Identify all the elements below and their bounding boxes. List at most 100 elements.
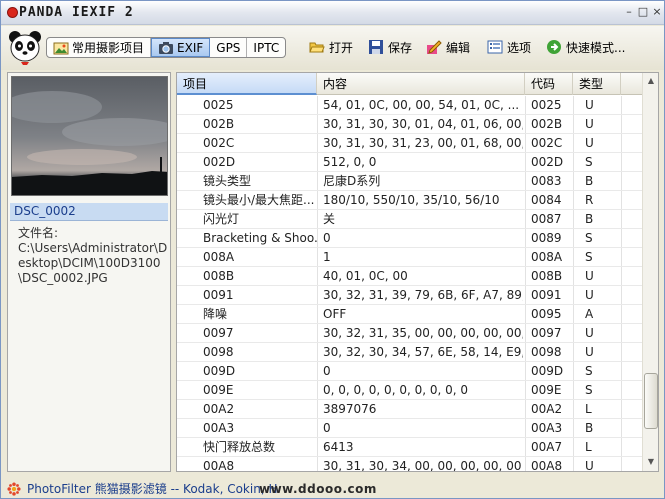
- row-type-cell: B: [585, 421, 594, 435]
- open-button[interactable]: 打开: [309, 38, 353, 56]
- row-code-cell: 0025: [531, 98, 562, 112]
- row-code-cell: 0084: [531, 193, 562, 207]
- row-type-cell: L: [585, 440, 592, 454]
- row-type-cell: U: [585, 269, 594, 283]
- table-row[interactable]: 002D 512, 0, 0 002D S: [177, 153, 642, 172]
- app-window: PANDA IEXIF 2 – □ × 常用摄影项目 EXIF GPS IPTC…: [0, 0, 665, 499]
- row-content-cell: 0, 0, 0, 0, 0, 0, 0, 0, 0, 0: [323, 383, 469, 397]
- row-code-cell: 008B: [531, 269, 563, 283]
- table-row[interactable]: 009E 0, 0, 0, 0, 0, 0, 0, 0, 0, 0 009E S: [177, 381, 642, 400]
- table-row[interactable]: 002C 30, 31, 30, 31, 23, 00, 01, 68, 00, …: [177, 134, 642, 153]
- row-content-cell: 180/10, 550/10, 35/10, 56/10: [323, 193, 500, 207]
- row-item-cell: 0097: [203, 326, 234, 340]
- table-row[interactable]: 0091 30, 32, 31, 39, 79, 6B, 6F, A7, 89, …: [177, 286, 642, 305]
- row-content-cell: 54, 01, 0C, 00, 00, 54, 01, 0C, ...: [323, 98, 520, 112]
- scrollbar-thumb[interactable]: [644, 373, 658, 429]
- row-code-cell: 009D: [531, 364, 564, 378]
- maximize-button[interactable]: □: [637, 6, 649, 18]
- row-item-cell: 镜头类型: [203, 174, 252, 188]
- row-type-cell: R: [585, 193, 594, 207]
- row-type-cell: B: [585, 212, 594, 226]
- row-item-cell: 008B: [203, 269, 235, 283]
- row-content-cell: 0: [323, 231, 331, 245]
- row-code-cell: 002D: [531, 155, 564, 169]
- column-header-item[interactable]: 项目: [177, 73, 317, 95]
- table-row[interactable]: 0098 30, 32, 30, 34, 57, 6E, 58, 14, E9, …: [177, 343, 642, 362]
- table-row[interactable]: 00A3 0 00A3 B: [177, 419, 642, 438]
- row-item-cell: 闪光灯: [203, 212, 240, 226]
- column-header-content[interactable]: 内容: [317, 73, 525, 95]
- table-row[interactable]: Bracketing & Shoo... 0 0089 S: [177, 229, 642, 248]
- row-item-cell: 00A8: [203, 459, 235, 472]
- tab-exif[interactable]: EXIF: [151, 38, 211, 57]
- arrow-right-circle-icon: [547, 40, 561, 54]
- photofilter-link[interactable]: PhotoFilter 熊猫摄影滤镜 -- Kodak, Cokin, H: [27, 480, 277, 497]
- close-button[interactable]: ×: [651, 6, 663, 18]
- column-header-type[interactable]: 类型: [573, 73, 621, 95]
- edit-button[interactable]: 编辑: [426, 38, 470, 56]
- row-code-cell: 0087: [531, 212, 562, 226]
- table-row[interactable]: 闪光灯 关 0087 B: [177, 210, 642, 229]
- filter-flower-icon: [7, 481, 21, 496]
- row-item-cell: 009D: [203, 364, 236, 378]
- window-title: PANDA IEXIF 2: [19, 5, 134, 20]
- row-item-cell: 0091: [203, 288, 234, 302]
- row-content-cell: 40, 01, 0C, 00: [323, 269, 408, 283]
- row-content-cell: 1: [323, 250, 331, 264]
- tab-common-photo-items[interactable]: 常用摄影项目: [47, 38, 152, 57]
- scroll-down-icon[interactable]: ▼: [644, 455, 658, 469]
- row-content-cell: 30, 31, 30, 31, 23, 00, 01, 68, 00, ...: [323, 136, 523, 150]
- options-list-icon: [487, 40, 503, 54]
- table-row[interactable]: 009D 0 009D S: [177, 362, 642, 381]
- photo-thumbnail[interactable]: [11, 76, 168, 196]
- row-type-cell: L: [585, 402, 592, 416]
- row-code-cell: 008A: [531, 250, 563, 264]
- save-button[interactable]: 保存: [368, 38, 412, 56]
- row-content-cell: 30, 32, 30, 34, 57, 6E, 58, 14, E9, ...: [323, 345, 523, 359]
- table-row[interactable]: 0025 54, 01, 0C, 00, 00, 54, 01, 0C, ... 0…: [177, 96, 642, 115]
- table-row[interactable]: 002B 30, 31, 30, 30, 01, 04, 01, 06, 00, …: [177, 115, 642, 134]
- row-type-cell: U: [585, 288, 594, 302]
- table-row[interactable]: 00A8 30, 31, 30, 34, 00, 00, 00, 00, 00 00…: [177, 457, 642, 472]
- exif-table: 项目 内容 代码 类型 0025 54, 01, 0C, 00, 00, 54, …: [176, 72, 659, 472]
- row-type-cell: S: [585, 231, 593, 245]
- table-body: 0025 54, 01, 0C, 00, 00, 54, 01, 0C, ... 0…: [177, 96, 642, 472]
- row-code-cell: 0083: [531, 174, 562, 188]
- tab-gps[interactable]: GPS: [210, 38, 248, 57]
- app-logo-icon: [7, 7, 18, 18]
- row-type-cell: U: [585, 345, 594, 359]
- row-type-cell: A: [585, 307, 594, 321]
- file-path-label: 文件名:: [18, 226, 59, 240]
- table-row[interactable]: 镜头类型 尼康D系列 0083 B: [177, 172, 642, 191]
- quick-mode-button[interactable]: 快速模式...: [546, 38, 625, 56]
- selected-file-name[interactable]: DSC_0002: [10, 203, 168, 221]
- options-button[interactable]: 选项: [487, 38, 531, 56]
- table-row[interactable]: 00A2 3897076 00A2 L: [177, 400, 642, 419]
- row-content-cell: 3897076: [323, 402, 377, 416]
- row-code-cell: 0098: [531, 345, 562, 359]
- minimize-button[interactable]: –: [623, 6, 635, 18]
- table-row[interactable]: 降噪 OFF 0095 A: [177, 305, 642, 324]
- panda-logo-icon: [9, 31, 41, 65]
- table-row[interactable]: 镜头最小/最大焦距... 180/10, 550/10, 35/10, 56/10…: [177, 191, 642, 210]
- row-content-cell: 关: [323, 212, 336, 226]
- row-code-cell: 00A8: [531, 459, 563, 472]
- scroll-up-icon[interactable]: ▲: [644, 74, 658, 88]
- table-row[interactable]: 008A 1 008A S: [177, 248, 642, 267]
- toolbar: 常用摄影项目 EXIF GPS IPTC 打开 保存 编辑 选项 快速模式...: [1, 26, 664, 70]
- column-header-code[interactable]: 代码: [525, 73, 573, 95]
- row-item-cell: 00A3: [203, 421, 235, 435]
- photo-icon: [53, 42, 69, 54]
- row-content-cell: 0: [323, 364, 331, 378]
- title-bar[interactable]: PANDA IEXIF 2 – □ ×: [1, 1, 664, 25]
- row-content-cell: 尼康D系列: [323, 174, 381, 188]
- tab-iptc[interactable]: IPTC: [247, 38, 285, 57]
- table-row[interactable]: 008B 40, 01, 0C, 00 008B U: [177, 267, 642, 286]
- row-code-cell: 00A2: [531, 402, 563, 416]
- row-item-cell: Bracketing & Shoo...: [203, 231, 317, 245]
- table-row[interactable]: 快门释放总数 6413 00A7 L: [177, 438, 642, 457]
- row-item-cell: 002B: [203, 117, 235, 131]
- vertical-scrollbar[interactable]: ▲ ▼: [642, 73, 658, 471]
- row-item-cell: 快门释放总数: [203, 440, 276, 454]
- table-row[interactable]: 0097 30, 32, 31, 35, 00, 00, 00, 00, 00, …: [177, 324, 642, 343]
